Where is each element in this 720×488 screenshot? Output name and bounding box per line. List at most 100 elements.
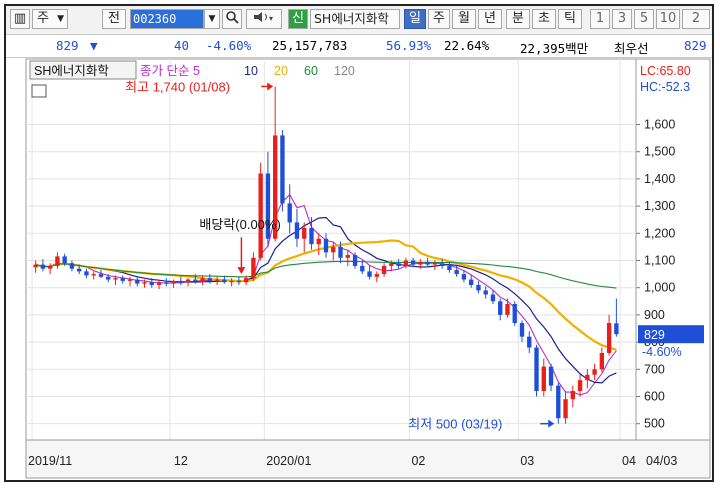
period-minute-tab[interactable]: 분	[506, 9, 530, 29]
candle-body	[69, 263, 75, 269]
stock-name-field[interactable]: SH에너지화학	[310, 9, 400, 29]
market-label: 주	[37, 11, 49, 26]
speaker-icon[interactable]: ▾	[246, 9, 282, 29]
period-tick-tab[interactable]: 틱	[558, 9, 582, 29]
interval-2-button[interactable]: 2	[682, 9, 710, 29]
y-tick-label: 500	[644, 417, 665, 431]
dividend-annotation: 배당락(0.00%)	[199, 217, 280, 232]
candle-body	[469, 279, 474, 285]
stock-code-input[interactable]: 002360	[130, 9, 204, 29]
price-change-pct: -4.60%	[206, 38, 252, 53]
legend-ma20: 20	[274, 64, 288, 78]
candle-body	[447, 265, 452, 271]
candle-body	[374, 274, 379, 277]
market-cap: 22,395백만	[520, 41, 589, 56]
candle-body	[294, 222, 300, 239]
legend-stock-name: SH에너지화학	[34, 64, 109, 78]
x-tick-label: 2020/01	[266, 454, 311, 468]
candle-body	[77, 268, 82, 272]
candle-body	[207, 278, 213, 281]
y-tick-label: 1,200	[644, 226, 675, 240]
candle-body	[222, 279, 227, 283]
candle-body	[418, 261, 423, 265]
candle-body	[490, 294, 496, 302]
candle-body	[425, 261, 430, 265]
current-price-label: 829	[644, 328, 665, 342]
quote-type: 최우선	[614, 41, 649, 56]
current-price-change: -4.60%	[642, 345, 682, 359]
candle-body	[512, 304, 517, 324]
candle-body	[519, 323, 525, 337]
candle-body	[171, 280, 176, 284]
candle-body	[614, 323, 619, 335]
candle-body	[178, 280, 183, 283]
period-month-tab[interactable]: 월	[452, 9, 476, 29]
candle-body	[47, 265, 53, 269]
candle-body	[316, 238, 321, 245]
candle-body	[403, 260, 409, 266]
interval-3-button[interactable]: 3	[612, 9, 632, 29]
candle-body	[62, 256, 67, 264]
hc-label: HC:-52.3	[640, 80, 690, 94]
price-change: 40	[174, 38, 190, 53]
candle-body	[592, 369, 597, 375]
table-icon[interactable]	[31, 84, 47, 98]
candle-body	[40, 264, 46, 269]
interval-1-button[interactable]: 1	[590, 9, 610, 29]
candle-body	[389, 263, 394, 266]
x-tick-label: 02	[411, 454, 425, 468]
ratio-1: 56.93%	[386, 38, 432, 53]
candle-body	[599, 352, 605, 370]
y-tick-label: 1,300	[644, 199, 675, 213]
chart-menu-icon[interactable]: ▥	[10, 9, 30, 29]
high-annotation: 최고 1,740 (01/08)	[125, 79, 230, 94]
candle-body	[193, 279, 198, 281]
candle-body	[331, 246, 336, 253]
prev-button[interactable]: 전	[102, 9, 126, 29]
candle-body	[498, 301, 503, 315]
x-tick-label: 2019/11	[28, 454, 72, 468]
candle-body	[541, 366, 546, 392]
candle-body	[98, 274, 104, 277]
candle-body	[439, 263, 445, 266]
candle-body	[534, 347, 539, 392]
market-select[interactable]: 주 ▼	[32, 9, 68, 29]
candle-body	[606, 323, 612, 353]
chevron-down-icon: ▼	[57, 14, 64, 24]
x-axis-band	[25, 439, 711, 479]
y-tick-label: 1,500	[644, 145, 675, 159]
y-tick-label: 1,400	[644, 172, 675, 186]
period-year-tab[interactable]: 년	[478, 9, 502, 29]
candle-body	[585, 374, 590, 381]
candle-body	[570, 391, 575, 400]
candle-body	[149, 282, 154, 285]
candle-body	[476, 284, 481, 291]
quote-info-bar: 829 ▼ 40 -4.60% 25,157,783 56.93% 22.64%…	[6, 35, 712, 58]
candle-body	[461, 274, 467, 280]
interval-10-button[interactable]: 10	[656, 9, 680, 29]
candle-body	[483, 290, 488, 295]
candle-body	[360, 265, 365, 272]
period-second-tab[interactable]: 초	[532, 9, 556, 29]
legend-ma120: 120	[334, 64, 355, 78]
interval-5-button[interactable]: 5	[634, 9, 654, 29]
candle-body	[381, 265, 387, 275]
candle-body	[563, 399, 568, 419]
toolbar: ▥ 주 ▼ 전 002360 ▼ ▾ 신 SH에너지화학 일 주 월 년 분 초 …	[6, 6, 712, 35]
low-annotation: 최저 500 (03/19)	[408, 417, 502, 432]
candle-body	[527, 336, 532, 348]
quote-price: 829	[684, 38, 707, 53]
candle-body	[505, 304, 510, 315]
code-dropdown-icon[interactable]: ▼	[204, 9, 220, 29]
y-tick-label: 700	[644, 362, 665, 376]
period-day-tab[interactable]: 일	[404, 9, 426, 29]
candle-body	[55, 256, 60, 266]
y-tick-label: 600	[644, 389, 665, 403]
candle-body	[185, 279, 191, 283]
candle-body	[135, 279, 140, 284]
candle-body	[323, 238, 329, 253]
magnifier-icon[interactable]	[222, 9, 242, 29]
new-badge[interactable]: 신	[288, 9, 308, 29]
period-week-tab[interactable]: 주	[428, 9, 450, 29]
candle-body	[338, 246, 343, 258]
